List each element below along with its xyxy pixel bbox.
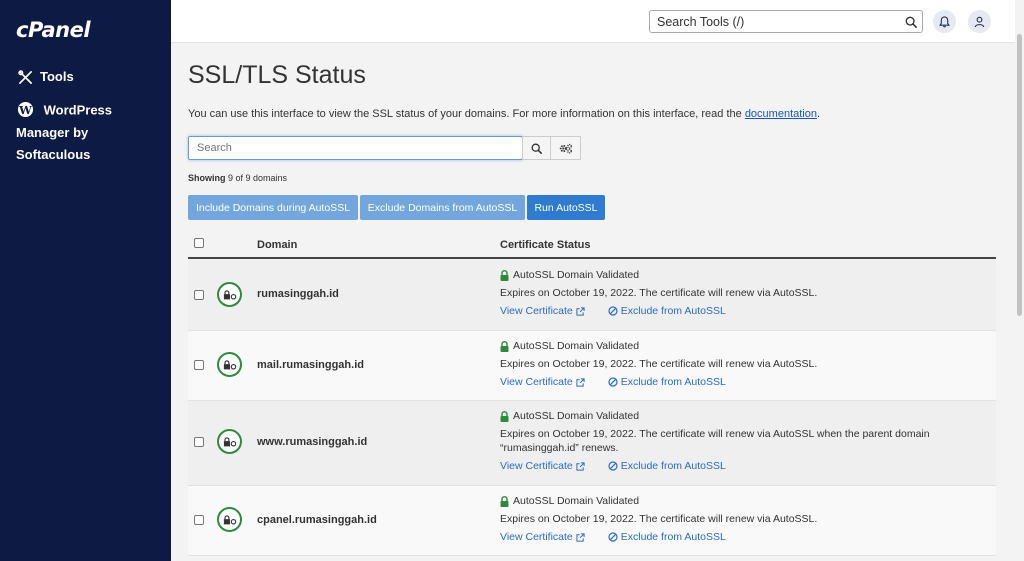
top-bar: Search Tools (/) [171,0,1024,43]
validated-lock-icon [217,352,242,377]
ban-icon [605,377,618,387]
expiry-text-line-2: “rumasinggah.id” renews. [500,442,619,454]
status-text: AutoSSL Domain Validated [513,340,640,352]
sidebar-item-tools[interactable]: Tools [16,66,74,88]
sidebar-item-wordpress-manager[interactable]: W WordPress Manager by Softaculous [16,98,166,166]
search-icon [531,143,542,154]
exclude-from-autossl-link[interactable]: Exclude from AutoSSL [605,528,726,546]
user-icon [974,16,985,28]
intro-text-end: . [816,108,821,120]
validated-lock-icon [217,429,242,454]
search-row [188,136,581,160]
external-link-icon [573,461,585,471]
certificate-status: AutoSSL Domain Validated Expires on Octo… [500,266,817,320]
sidebar: cPanel Tools W WordPress Manager by Soft… [0,0,171,561]
expiry-text: Expires on October 19, 2022. The certifi… [500,427,930,455]
external-link-icon [573,306,585,316]
domain-name: cpanel.rumasinggah.id [257,514,377,526]
tools-icon [16,68,34,86]
view-certificate-label: View Certificate [500,305,573,317]
ban-icon [605,306,618,316]
exclude-label: Exclude from AutoSSL [620,376,726,388]
row-checkbox[interactable] [194,290,204,300]
view-certificate-link[interactable]: View Certificate [500,528,585,546]
search-settings-button[interactable] [550,136,581,160]
ban-icon [605,532,618,542]
notifications-button[interactable] [933,10,956,33]
exclude-from-autossl-link[interactable]: Exclude from AutoSSL [605,302,726,320]
user-menu-button[interactable] [968,10,991,33]
search-button[interactable] [522,136,551,160]
row-checkbox[interactable] [194,360,204,370]
lock-icon [500,340,509,352]
table-header: Domain Certificate Status [188,231,996,259]
documentation-link[interactable]: documentation [745,108,817,120]
certificate-status: AutoSSL Domain Validated Expires on Octo… [500,407,930,475]
expiry-text-line-1: Expires on October 19, 2022. The certifi… [500,428,930,440]
sidebar-item-label: W WordPress Manager by Softaculous [16,98,156,166]
table-row: cpanel.rumasinggah.id AutoSSL Domain Val… [188,486,996,556]
exclude-label: Exclude from AutoSSL [620,460,726,472]
table-row: www.rumasinggah.id AutoSSL Domain Valida… [188,401,996,486]
status-text: AutoSSL Domain Validated [513,495,640,507]
domain-name: mail.rumasinggah.id [257,359,364,371]
certificate-status: AutoSSL Domain Validated Expires on Octo… [500,337,817,391]
showing-count: 9 of 9 domains [228,173,288,183]
lock-icon [500,269,509,281]
domain-name: rumasinggah.id [257,288,339,300]
table-row: mail.rumasinggah.id AutoSSL Domain Valid… [188,331,996,401]
view-certificate-label: View Certificate [500,460,573,472]
row-checkbox[interactable] [194,515,204,525]
status-text: AutoSSL Domain Validated [513,269,640,281]
page-title: SSL/TLS Status [188,61,366,89]
view-certificate-link[interactable]: View Certificate [500,457,585,475]
view-certificate-link[interactable]: View Certificate [500,302,585,320]
wordpress-icon: W [16,100,34,118]
exclude-domains-button[interactable]: Exclude Domains from AutoSSL [360,195,525,220]
expiry-text: Expires on October 19, 2022. The certifi… [500,287,818,299]
search-tools-placeholder: Search Tools (/) [657,14,745,29]
select-all-checkbox[interactable] [194,238,204,248]
search-input[interactable] [188,136,523,160]
expiry-text: Expires on October 19, 2022. The certifi… [500,358,818,370]
ban-icon [605,461,618,471]
intro-text-body: You can use this interface to view the S… [188,108,745,120]
domain-name: www.rumasinggah.id [257,436,368,448]
intro-text: You can use this interface to view the S… [188,108,820,120]
svg-text:W: W [18,102,32,116]
view-certificate-label: View Certificate [500,531,573,543]
bell-icon [939,15,950,28]
include-domains-button[interactable]: Include Domains during AutoSSL [188,195,358,220]
gears-icon [559,143,573,154]
page-scrollbar[interactable] [1015,0,1024,561]
cpanel-logo[interactable]: cPanel [16,18,91,42]
view-certificate-label: View Certificate [500,376,573,388]
row-checkbox[interactable] [194,437,204,447]
exclude-label: Exclude from AutoSSL [620,305,726,317]
validated-lock-icon [217,507,242,532]
lock-icon [500,495,509,507]
column-header-domain[interactable]: Domain [257,239,297,251]
certificate-status: AutoSSL Domain Validated Expires on Octo… [500,492,817,546]
view-certificate-link[interactable]: View Certificate [500,373,585,391]
sidebar-item-label: Tools [40,69,74,84]
column-header-certificate-status[interactable]: Certificate Status [500,239,590,251]
search-tools-input[interactable]: Search Tools (/) [649,10,923,33]
showing-label: Showing [188,173,226,183]
exclude-from-autossl-link[interactable]: Exclude from AutoSSL [605,373,726,391]
results-count: Showing 9 of 9 domains [188,173,287,183]
table-row: rumasinggah.id AutoSSL Domain Validated … [188,260,996,331]
exclude-from-autossl-link[interactable]: Exclude from AutoSSL [605,457,726,475]
expiry-text: Expires on October 19, 2022. The certifi… [500,513,818,525]
exclude-label: Exclude from AutoSSL [620,531,726,543]
lock-icon [500,410,509,422]
status-text: AutoSSL Domain Validated [513,410,640,422]
scrollbar-thumb[interactable] [1017,34,1022,316]
search-icon[interactable] [900,16,922,28]
external-link-icon [573,532,585,542]
validated-lock-icon [217,282,242,307]
run-autossl-button[interactable]: Run AutoSSL [527,195,605,220]
external-link-icon [573,377,585,387]
